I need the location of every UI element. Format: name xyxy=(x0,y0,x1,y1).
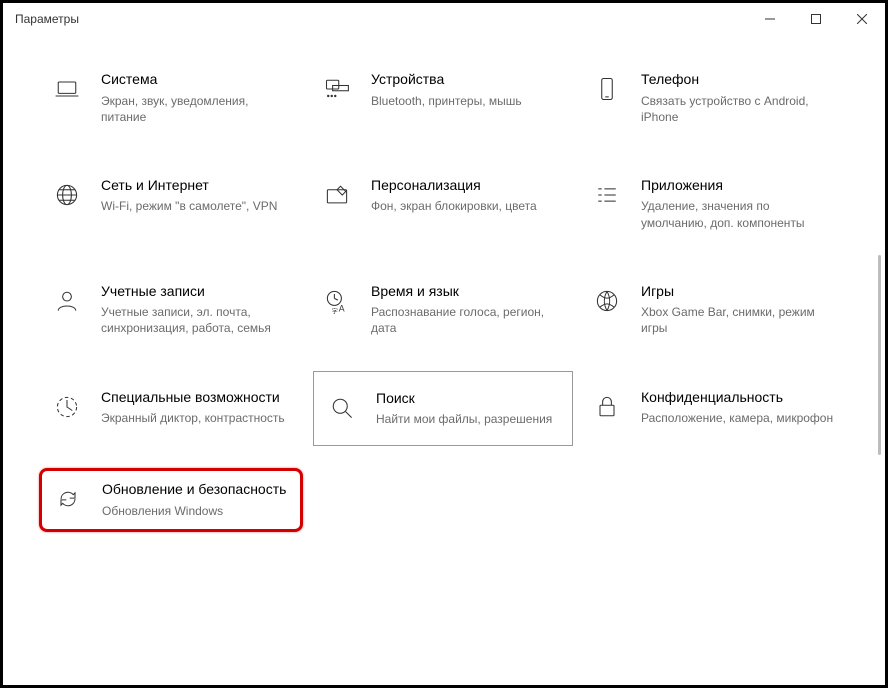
personalization-icon xyxy=(319,177,355,213)
maximize-button[interactable] xyxy=(793,3,839,35)
tile-title: Приложения xyxy=(641,177,837,195)
window-title: Параметры xyxy=(15,12,79,26)
tile-personalization[interactable]: Персонализация Фон, экран блокировки, цв… xyxy=(313,171,573,237)
close-button[interactable] xyxy=(839,3,885,35)
minimize-button[interactable] xyxy=(747,3,793,35)
tile-desc: Wi-Fi, режим "в самолете", VPN xyxy=(101,198,297,214)
tile-gaming[interactable]: Игры Xbox Game Bar, снимки, режим игры xyxy=(583,277,843,343)
tile-search[interactable]: Поиск Найти мои файлы, разрешения xyxy=(313,371,573,447)
tile-title: Обновление и безопасность xyxy=(102,481,292,499)
tile-title: Персонализация xyxy=(371,177,567,195)
settings-content: Система Экран, звук, уведомления, питани… xyxy=(3,35,885,685)
tile-title: Устройства xyxy=(371,71,567,89)
lock-icon xyxy=(589,389,625,425)
tile-network[interactable]: Сеть и Интернет Wi-Fi, режим "в самолете… xyxy=(43,171,303,237)
search-icon xyxy=(324,390,360,426)
titlebar: Параметры xyxy=(3,3,885,35)
scrollbar[interactable] xyxy=(878,255,881,455)
tile-title: Время и язык xyxy=(371,283,567,301)
tile-title: Сеть и Интернет xyxy=(101,177,297,195)
tile-desc: Xbox Game Bar, снимки, режим игры xyxy=(641,304,837,336)
window-controls xyxy=(747,3,885,35)
tile-accounts[interactable]: Учетные записи Учетные записи, эл. почта… xyxy=(43,277,303,343)
tile-desc: Bluetooth, принтеры, мышь xyxy=(371,93,567,109)
tile-desc: Связать устройство с Android, iPhone xyxy=(641,93,837,125)
tile-desc: Учетные записи, эл. почта, синхронизация… xyxy=(101,304,297,336)
tile-title: Поиск xyxy=(376,390,562,408)
globe-icon xyxy=(49,177,85,213)
settings-grid: Система Экран, звук, уведомления, питани… xyxy=(43,65,845,532)
tile-title: Система xyxy=(101,71,297,89)
tile-desc: Расположение, камера, микрофон xyxy=(641,410,837,426)
tile-desc: Обновления Windows xyxy=(102,503,292,519)
tile-accessibility[interactable]: Специальные возможности Экранный диктор,… xyxy=(43,383,303,435)
tile-devices[interactable]: Устройства Bluetooth, принтеры, мышь xyxy=(313,65,573,131)
apps-icon xyxy=(589,177,625,213)
tile-title: Учетные записи xyxy=(101,283,297,301)
tile-desc: Экран, звук, уведомления, питание xyxy=(101,93,297,125)
tile-desc: Экранный диктор, контрастность xyxy=(101,410,297,426)
tile-title: Специальные возможности xyxy=(101,389,297,407)
svg-text:字: 字 xyxy=(332,307,338,315)
devices-icon xyxy=(319,71,355,107)
tile-privacy[interactable]: Конфиденциальность Расположение, камера,… xyxy=(583,383,843,435)
time-language-icon: A字 xyxy=(319,283,355,319)
svg-text:A: A xyxy=(339,303,345,313)
tile-desc: Распознавание голоса, регион, дата xyxy=(371,304,567,336)
tile-title: Конфиденциальность xyxy=(641,389,837,407)
tile-update-security[interactable]: Обновление и безопасность Обновления Win… xyxy=(39,468,303,532)
laptop-icon xyxy=(49,71,85,107)
tile-title: Телефон xyxy=(641,71,837,89)
accessibility-icon xyxy=(49,389,85,425)
tile-desc: Найти мои файлы, разрешения xyxy=(376,411,562,427)
tile-apps[interactable]: Приложения Удаление, значения по умолчан… xyxy=(583,171,843,237)
gaming-icon xyxy=(589,283,625,319)
tile-system[interactable]: Система Экран, звук, уведомления, питани… xyxy=(43,65,303,131)
tile-title: Игры xyxy=(641,283,837,301)
tile-desc: Удаление, значения по умолчанию, доп. ко… xyxy=(641,198,837,230)
tile-phone[interactable]: Телефон Связать устройство с Android, iP… xyxy=(583,65,843,131)
tile-desc: Фон, экран блокировки, цвета xyxy=(371,198,567,214)
update-icon xyxy=(50,481,86,517)
person-icon xyxy=(49,283,85,319)
phone-icon xyxy=(589,71,625,107)
tile-time-language[interactable]: A字 Время и язык Распознавание голоса, ре… xyxy=(313,277,573,343)
